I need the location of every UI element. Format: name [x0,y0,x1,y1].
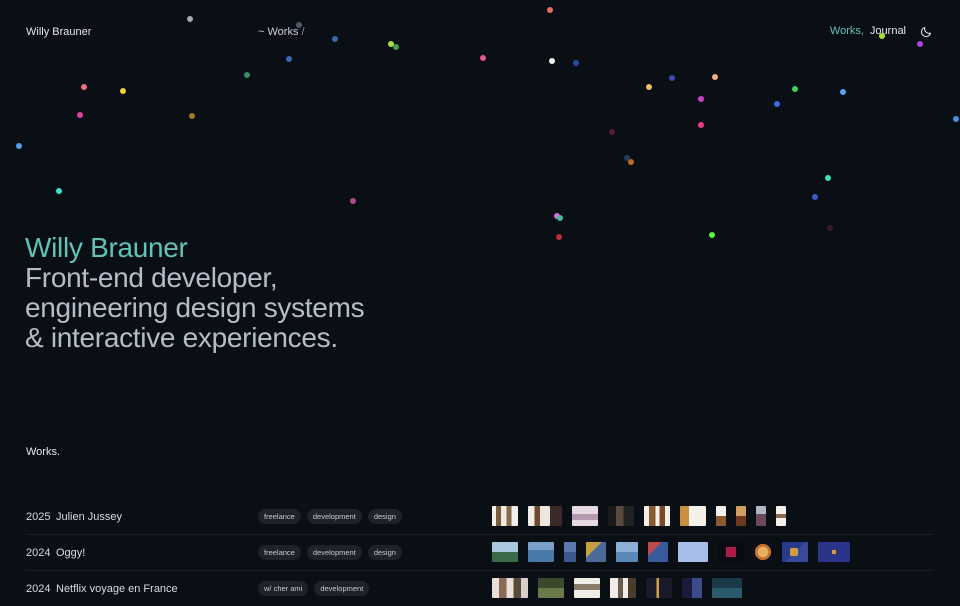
hero: Willy Brauner Front-end developer, engin… [25,233,625,353]
project-thumbnail[interactable] [550,506,562,526]
project-thumbnail[interactable] [712,578,742,598]
work-year: 2024 [26,583,51,595]
work-tag: design [367,509,402,524]
project-thumbnail[interactable] [818,542,850,562]
confetti-dot [244,72,250,78]
confetti-dot [827,225,833,231]
work-tag: w/ cher ami [258,581,309,596]
confetti-dot [189,113,195,119]
project-thumbnail[interactable] [718,542,744,562]
confetti-dot [698,96,704,102]
project-thumbnail[interactable] [608,506,634,526]
hero-tagline-line-2: engineering design systems [25,292,365,323]
work-tag: freelance [258,545,301,560]
project-thumbnail[interactable] [648,542,668,562]
work-tag: development [306,509,362,524]
work-title: Netflix voyage en France [56,583,178,595]
confetti-dot [16,143,22,149]
confetti-dot [549,58,555,64]
work-thumbnails [492,578,742,598]
confetti-dot [792,86,798,92]
project-thumbnail[interactable] [646,578,672,598]
project-thumbnail[interactable] [564,542,576,562]
confetti-dot [187,16,193,22]
work-year: 2025 [26,511,51,523]
hero-name: Willy Brauner [25,232,188,263]
work-year: 2024 [26,547,51,559]
confetti-dot [628,159,634,165]
project-thumbnail[interactable] [538,578,564,598]
project-thumbnail[interactable] [736,506,746,526]
confetti-dot [709,232,715,238]
hero-tagline-line-1: Front-end developer, [25,262,278,293]
project-thumbnail[interactable] [586,542,606,562]
work-row-netflix[interactable]: 2024 Netflix voyage en France w/ cher am… [0,571,960,606]
project-thumbnail[interactable] [572,506,598,526]
work-tags: freelance development design [258,509,402,524]
confetti-dot [698,122,704,128]
project-thumbnail[interactable] [492,578,528,598]
confetti-dot [953,116,959,122]
confetti-dot [120,88,126,94]
confetti-dot [646,84,652,90]
confetti-dot [81,84,87,90]
confetti-dot [825,175,831,181]
work-row-julien-jussey[interactable]: 2025 Julien Jussey freelance development… [0,499,960,534]
work-row-oggy[interactable]: 2024 Oggy! freelance development design [0,535,960,570]
confetti-dot [286,56,292,62]
confetti-dot [669,75,675,81]
project-thumbnail[interactable] [776,506,786,526]
project-thumbnail[interactable] [782,542,808,562]
project-thumbnail[interactable] [644,506,670,526]
project-thumbnail[interactable] [616,542,638,562]
work-title: Julien Jussey [56,511,123,523]
project-thumbnail[interactable] [528,506,550,526]
work-thumbnails [492,542,850,562]
confetti-dot [547,7,553,13]
project-thumbnail[interactable] [682,578,702,598]
confetti-dot [573,60,579,66]
confetti-dot [917,41,923,47]
work-title: Oggy! [56,547,86,559]
work-tag: freelance [258,509,301,524]
project-thumbnail[interactable] [528,542,554,562]
project-thumbnail[interactable] [716,506,726,526]
confetti-dot [56,188,62,194]
hero-tagline-line-3: & interactive experiences. [25,322,338,353]
work-tag: development [306,545,362,560]
confetti-dot [332,36,338,42]
work-tag: design [367,545,402,560]
confetti-dot [480,55,486,61]
works-section-title: Works. [26,446,61,458]
work-tags: freelance development design [258,545,402,560]
project-thumbnail[interactable] [754,542,772,562]
work-tag: development [314,581,370,596]
confetti-dot [557,215,563,221]
confetti-dot [774,101,780,107]
project-thumbnail[interactable] [756,506,766,526]
project-thumbnail[interactable] [610,578,636,598]
confetti-dots [0,0,960,260]
work-tags: w/ cher ami development [258,581,370,596]
project-thumbnail[interactable] [492,506,518,526]
confetti-dot [296,22,302,28]
confetti-dot [393,44,399,50]
work-thumbnails [492,506,786,526]
project-thumbnail[interactable] [492,542,518,562]
confetti-dot [840,89,846,95]
confetti-dot [609,129,615,135]
confetti-dot [350,198,356,204]
confetti-dot [77,112,83,118]
confetti-dot [879,33,885,39]
confetti-dot [812,194,818,200]
project-thumbnail[interactable] [678,542,708,562]
project-thumbnail[interactable] [680,506,706,526]
project-thumbnail[interactable] [574,578,600,598]
confetti-dot [712,74,718,80]
